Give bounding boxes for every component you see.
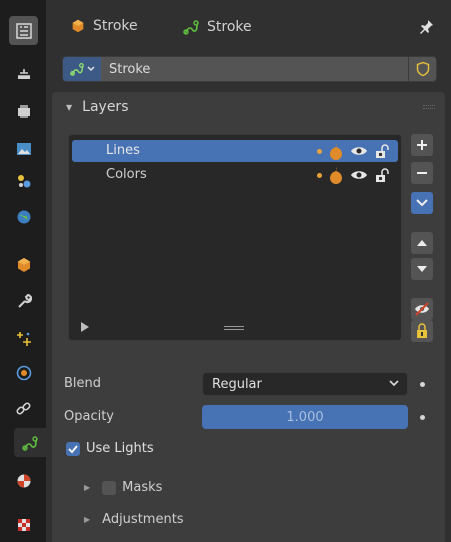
- add-layer-button[interactable]: [411, 134, 433, 156]
- triangle-down-icon: [417, 266, 427, 272]
- list-filter-toggle-icon[interactable]: [81, 322, 89, 332]
- layer-name: Colors: [106, 167, 147, 182]
- keyframe-dot-icon[interactable]: [420, 415, 425, 420]
- breadcrumb-object-name: Stroke: [93, 18, 138, 34]
- masks-checkbox[interactable]: [102, 480, 117, 495]
- expand-arrow-icon: ▶: [84, 515, 91, 524]
- browse-datablock-button[interactable]: [63, 57, 101, 81]
- datablock-name-field[interactable]: Stroke: [101, 57, 408, 81]
- unlock-icon[interactable]: [374, 167, 390, 183]
- stroke-data-icon: [70, 63, 84, 76]
- layer-row-lines[interactable]: Lines: [72, 140, 398, 162]
- view-layer-icon[interactable]: [9, 166, 38, 195]
- list-resize-handle[interactable]: [224, 326, 244, 330]
- masks-label: Masks: [122, 480, 163, 495]
- layer-row-colors[interactable]: Colors: [72, 164, 398, 186]
- use-lights-label: Use Lights: [86, 441, 154, 456]
- layer-row-icons: [317, 142, 390, 160]
- isolate-lock-button[interactable]: [411, 320, 433, 342]
- datablock-selector: Stroke: [62, 56, 437, 82]
- tool-icon[interactable]: [9, 58, 38, 87]
- layers-panel-header[interactable]: ▼ Layers: [52, 92, 445, 122]
- plus-icon: [417, 140, 427, 150]
- expand-arrow-icon: ▶: [84, 483, 91, 492]
- minus-icon: [417, 172, 427, 174]
- keyframe-dot-icon[interactable]: [420, 382, 425, 387]
- collapse-arrow-icon: ▼: [66, 102, 73, 112]
- lock-icon: [417, 323, 427, 338]
- properties-editor: Stroke Stroke Stroke ▼ Layers Lines Colo…: [46, 0, 451, 542]
- unlock-icon[interactable]: [374, 143, 390, 159]
- blend-value: Regular: [212, 376, 262, 392]
- drag-grip-icon[interactable]: [423, 105, 435, 109]
- onion-skin-icon[interactable]: [328, 142, 344, 160]
- triangle-up-icon: [417, 240, 427, 246]
- modifier-icon[interactable]: [9, 286, 38, 315]
- shield-icon: [416, 61, 429, 77]
- eye-icon[interactable]: [350, 145, 368, 157]
- move-layer-up-button[interactable]: [411, 232, 433, 254]
- opacity-label: Opacity: [64, 409, 115, 424]
- stroke-data-icon: [183, 20, 199, 35]
- layer-name: Lines: [106, 143, 140, 158]
- layers-panel-body: Lines Colors Blend Regular Opacity 1.000…: [52, 122, 445, 542]
- masks-subpanel-header[interactable]: ▶ Masks: [84, 480, 162, 495]
- remove-layer-button[interactable]: [411, 162, 433, 184]
- move-layer-down-button[interactable]: [411, 258, 433, 280]
- blend-dropdown[interactable]: Regular: [202, 372, 408, 396]
- pin-icon[interactable]: [417, 18, 435, 40]
- opacity-value: 1.000: [286, 409, 324, 425]
- use-lights-checkbox[interactable]: Use Lights: [66, 441, 154, 456]
- isolate-visibility-button[interactable]: [411, 298, 433, 320]
- breadcrumb-data: Stroke: [182, 18, 252, 36]
- list-footer: [69, 314, 401, 340]
- material-icon[interactable]: [9, 466, 38, 495]
- constraints-icon[interactable]: [9, 394, 38, 423]
- texture-icon[interactable]: [9, 510, 38, 539]
- breadcrumb-object: Stroke: [70, 18, 138, 34]
- layer-row-icons: [317, 166, 390, 184]
- adjustments-subpanel-header[interactable]: ▶ Adjustments: [84, 512, 184, 527]
- checkmark-icon: [68, 444, 78, 453]
- onion-skin-icon[interactable]: [328, 166, 344, 184]
- object-icon: [72, 19, 84, 33]
- blend-label: Blend: [64, 376, 102, 391]
- object-icon[interactable]: [9, 250, 38, 279]
- world-icon[interactable]: [9, 202, 38, 231]
- layer-list: Lines Colors: [68, 134, 402, 341]
- onion-dot-icon: [317, 172, 322, 178]
- hide-eye-icon: [415, 302, 429, 316]
- use-lights-check[interactable]: [66, 441, 80, 456]
- opacity-slider[interactable]: 1.000: [202, 405, 408, 429]
- chevron-down-icon: [87, 66, 95, 72]
- render-icon[interactable]: [9, 96, 38, 125]
- object-data-icon[interactable]: [14, 428, 46, 457]
- physics-icon[interactable]: [9, 358, 38, 387]
- chevron-down-icon: [389, 380, 399, 387]
- output-icon[interactable]: [9, 134, 38, 163]
- chevron-down-icon: [416, 199, 428, 207]
- fake-user-button[interactable]: [408, 57, 436, 81]
- editor-type-icon[interactable]: [9, 16, 38, 45]
- layers-panel-title: Layers: [82, 99, 129, 115]
- onion-dot-icon: [317, 148, 322, 154]
- properties-tab-strip: [0, 0, 46, 542]
- effects-icon[interactable]: [9, 324, 38, 353]
- layer-specials-button[interactable]: [411, 192, 433, 214]
- adjustments-label: Adjustments: [102, 512, 184, 527]
- breadcrumb-data-name: Stroke: [207, 19, 252, 35]
- properties-header: Stroke Stroke: [46, 0, 451, 55]
- eye-icon[interactable]: [350, 169, 368, 181]
